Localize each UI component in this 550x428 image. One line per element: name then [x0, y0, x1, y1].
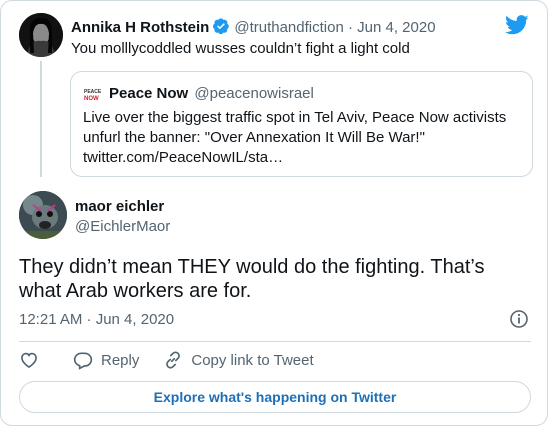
reply-label: Reply	[101, 351, 140, 369]
parent-author-handle[interactable]: @truthandfiction	[234, 19, 343, 36]
reply-button[interactable]: Reply	[73, 350, 139, 370]
quoted-tweet[interactable]: PEACE NOW Peace Now @peacenowisrael Live …	[70, 71, 533, 177]
heart-icon	[19, 350, 39, 370]
info-icon[interactable]	[509, 309, 529, 334]
tweet-timestamp[interactable]: 12:21 AM · Jun 4, 2020	[19, 310, 174, 330]
explore-twitter-button[interactable]: Explore what's happening on Twitter	[19, 381, 531, 413]
parent-author-name[interactable]: Annika H Rothstein	[71, 19, 209, 36]
tweet-actions: Reply Copy link to Tweet	[19, 349, 314, 371]
header-separator: ·	[347, 19, 353, 36]
parent-author-avatar[interactable]	[19, 13, 63, 57]
main-author-name[interactable]: maor eichler	[75, 197, 164, 217]
quoted-tweet-header: Peace Now @peacenowisrael	[109, 84, 314, 104]
parent-tweet-header: Annika H Rothstein @truthandfiction · Jun…	[71, 17, 436, 41]
copy-link-label: Copy link to Tweet	[191, 351, 314, 369]
parent-tweet-text: You molllycoddled wusses couldn’t fight …	[71, 40, 410, 57]
svg-text:PEACE: PEACE	[84, 89, 101, 95]
main-tweet-text: They didn’t mean THEY would do the fight…	[19, 256, 485, 302]
verified-badge-icon	[212, 17, 230, 41]
quoted-author-name[interactable]: Peace Now	[109, 85, 188, 102]
reply-bubble-icon	[73, 350, 93, 370]
quoted-author-handle[interactable]: @peacenowisrael	[194, 85, 313, 102]
twitter-bird-icon[interactable]	[505, 15, 529, 40]
divider	[19, 341, 531, 342]
thread-connector-line	[40, 61, 42, 177]
peace-now-logo: PEACE NOW	[83, 86, 102, 104]
svg-text:NOW: NOW	[84, 96, 99, 102]
quoted-tweet-text: Live over the biggest traffic spot in Te…	[83, 109, 507, 166]
main-author-avatar[interactable]	[19, 191, 67, 239]
tweet-embed-card: Annika H Rothstein @truthandfiction · Jun…	[0, 0, 548, 426]
like-button[interactable]	[19, 350, 41, 370]
copy-link-button[interactable]: Copy link to Tweet	[163, 350, 314, 370]
parent-tweet-date[interactable]: Jun 4, 2020	[357, 19, 435, 36]
link-icon	[163, 350, 183, 370]
main-author-handle[interactable]: @EichlerMaor	[75, 217, 170, 237]
